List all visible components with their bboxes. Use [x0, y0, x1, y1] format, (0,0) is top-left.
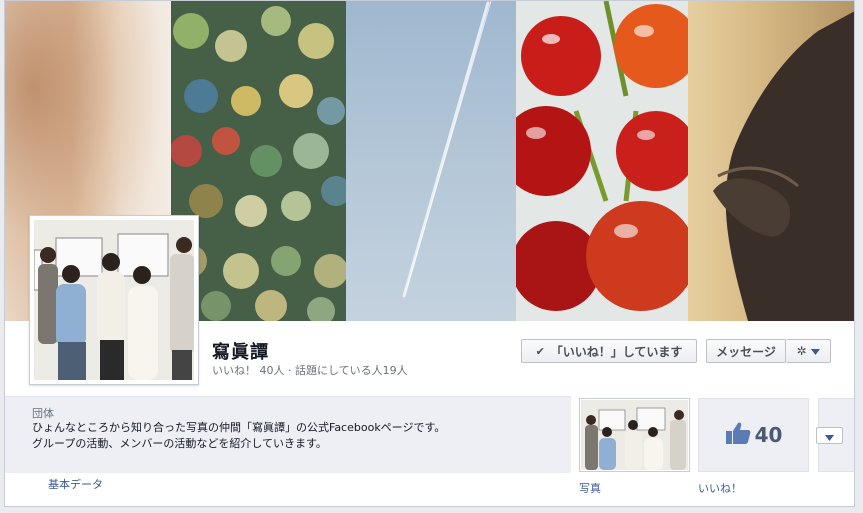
about-section: 団体 ひょんなところから知り合った写真の仲間「寫眞譚」の公式Facebookペー… — [5, 396, 571, 473]
about-line-2: グループの活動、メンバーの活動などを紹介していきます。 — [32, 437, 327, 450]
page-frame: 寫眞譚 いいね！ 40人 · 話題にしている人19人 ✔ 「いいね！」しています… — [4, 0, 855, 507]
about-line-1: ひょんなところから知り合った写真の仲間「寫眞譚」の公式Facebookページです… — [32, 421, 446, 434]
about-description: ひょんなところから知り合った写真の仲間「寫眞譚」の公式Facebookページです… — [32, 420, 445, 452]
page-title[interactable]: 寫眞譚 — [212, 338, 269, 364]
page-category: 団体 — [32, 407, 54, 420]
photos-app-thumbnail[interactable] — [579, 398, 690, 472]
photos-app-label[interactable]: 写真 — [579, 480, 601, 496]
liked-button[interactable]: ✔ 「いいね！」しています — [521, 339, 697, 363]
likes-app-label[interactable]: いいね！ — [698, 480, 742, 496]
page-stats: いいね！ 40人 · 話題にしている人19人 — [212, 362, 408, 378]
basic-info-link[interactable]: 基本データ — [48, 476, 103, 492]
page-stats-text: いいね！ 40人 · 話題にしている人19人 — [212, 364, 408, 377]
message-button-label: メッセージ — [716, 344, 776, 359]
cover-panel-statue — [688, 1, 854, 321]
more-apps-button[interactable] — [816, 427, 843, 444]
check-icon: ✔ — [535, 344, 545, 358]
cover-panel-sky — [346, 1, 516, 321]
cover-panel-cherries — [516, 1, 688, 321]
settings-dropdown-button[interactable]: ✲ — [786, 339, 831, 363]
profile-picture[interactable] — [29, 215, 199, 385]
likes-app-thumbnail[interactable]: 40 — [698, 398, 809, 472]
gear-icon: ✲ — [796, 344, 807, 358]
liked-button-label: 「いいね！」しています — [550, 344, 683, 359]
message-button[interactable]: メッセージ — [706, 339, 786, 363]
chevron-down-icon — [825, 426, 834, 445]
thumbs-up-icon — [725, 421, 751, 449]
dropdown-arrow-icon — [810, 344, 820, 358]
likes-count: 40 — [754, 423, 783, 447]
